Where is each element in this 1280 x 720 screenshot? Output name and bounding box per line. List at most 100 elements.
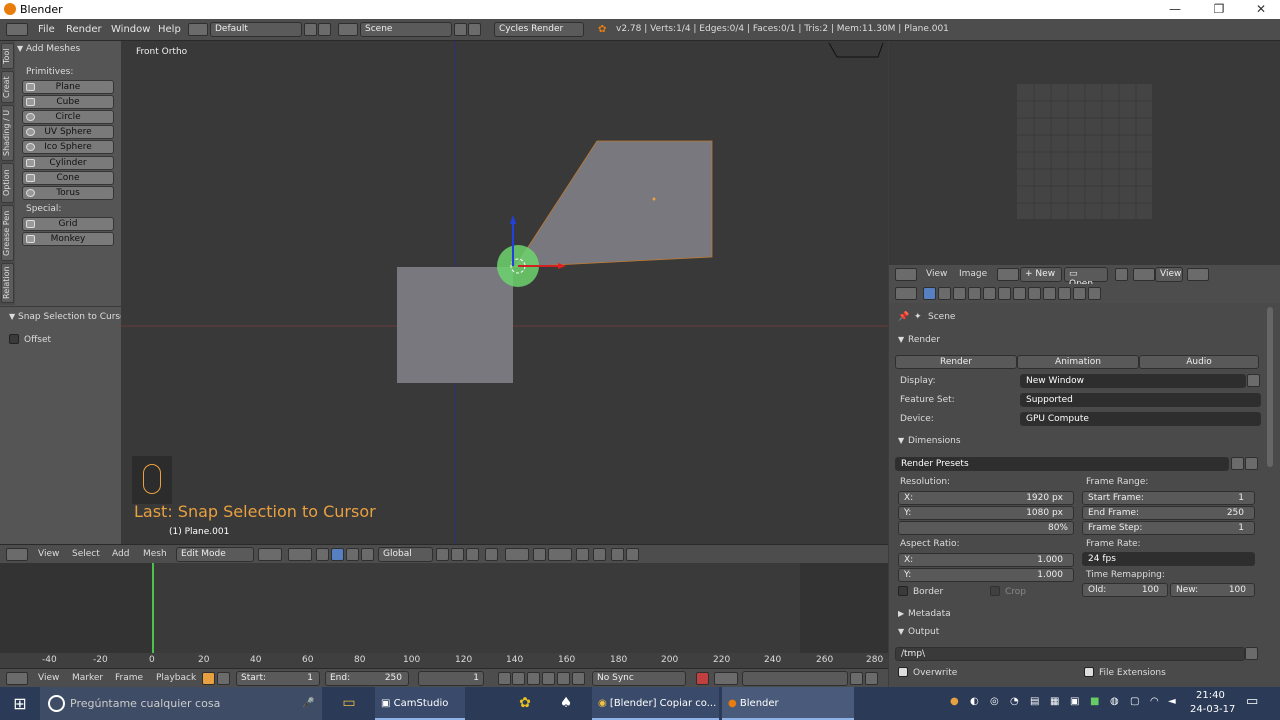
material-tab-icon[interactable] <box>1043 287 1056 300</box>
resolution-y-field[interactable]: Y: 1080 px <box>898 506 1074 520</box>
clock-time[interactable]: 21:40 <box>1196 690 1225 701</box>
play-reverse-icon[interactable] <box>527 672 540 685</box>
file-explorer-icon[interactable]: ▭ <box>336 687 362 720</box>
collapse-triangle-icon[interactable]: ▼ <box>898 627 904 636</box>
nvidia-icon[interactable]: ■ <box>1090 696 1099 707</box>
manipulator-icon[interactable] <box>316 548 329 561</box>
start-frame-field[interactable]: Start Frame: 1 <box>1082 491 1255 505</box>
properties-scrollbar[interactable] <box>1267 307 1273 467</box>
add-scene-icon[interactable] <box>454 23 467 36</box>
editor-type-icon[interactable] <box>6 23 28 36</box>
shading-mode-icon[interactable] <box>258 548 282 561</box>
tray-app-icon[interactable]: ◔ <box>1010 696 1019 707</box>
editor-type-icon[interactable] <box>895 287 917 300</box>
tray-app-icon[interactable]: ◐ <box>970 696 979 707</box>
tab-relations[interactable]: Relation <box>1 263 14 303</box>
keying-set-icon[interactable] <box>714 672 738 685</box>
image-browse-icon[interactable] <box>997 268 1019 281</box>
add-plane-button[interactable]: Plane <box>22 80 114 94</box>
3d-viewport[interactable]: Front Ortho Last: Snap Selection to Curs… <box>121 41 888 544</box>
animation-render-icon[interactable] <box>626 548 639 561</box>
sync-selector[interactable]: No Sync <box>592 671 686 686</box>
aspect-x-field[interactable]: X: 1.000 <box>898 553 1074 567</box>
layout-grid-icon[interactable] <box>188 23 208 36</box>
view-mode-icon[interactable] <box>1133 268 1155 281</box>
add-cone-button[interactable]: Cone <box>22 171 114 185</box>
menu-view[interactable]: View <box>38 549 59 559</box>
layout-selector[interactable]: Default <box>210 22 302 37</box>
minimize-icon[interactable]: — <box>1160 2 1190 16</box>
menu-render[interactable]: Render <box>66 24 102 35</box>
add-circle-button[interactable]: Circle <box>22 110 114 124</box>
rotate-icon[interactable] <box>346 548 359 561</box>
editor-type-icon[interactable] <box>6 548 28 561</box>
scene-selector[interactable]: Scene <box>360 22 452 37</box>
remove-layout-icon[interactable] <box>318 23 331 36</box>
tab-create[interactable]: Creat <box>1 71 14 103</box>
add-layout-icon[interactable] <box>304 23 317 36</box>
delete-keyframe-icon[interactable] <box>865 672 878 685</box>
tray-app-icon[interactable]: ◎ <box>990 696 999 707</box>
wifi-icon[interactable]: ◠ <box>1150 696 1159 707</box>
resolution-x-field[interactable]: X: 1920 px <box>898 491 1074 505</box>
render-engine-select[interactable]: Cycles Render <box>494 22 584 37</box>
crop-checkbox[interactable] <box>990 586 1000 596</box>
edge-select-icon[interactable] <box>451 548 464 561</box>
collapse-triangle-icon[interactable]: ▼ <box>17 44 23 53</box>
animation-button[interactable]: Animation <box>1017 355 1139 369</box>
modifiers-tab-icon[interactable] <box>1013 287 1026 300</box>
frame-step-field[interactable]: Frame Step: 1 <box>1082 521 1255 535</box>
open-image-button[interactable]: ▭ Open <box>1064 267 1108 289</box>
add-grid-button[interactable]: Grid <box>22 217 114 231</box>
frame-rate-select[interactable]: 24 fps <box>1082 552 1255 566</box>
pivot-icon[interactable] <box>1187 268 1209 281</box>
play-icon[interactable] <box>542 672 555 685</box>
remove-preset-icon[interactable] <box>1245 457 1258 470</box>
menu-select[interactable]: Select <box>72 549 100 559</box>
menu-frame[interactable]: Frame <box>115 673 143 683</box>
search-box[interactable]: Pregúntame cualquier cosa 🎤 <box>40 687 322 720</box>
jump-start-icon[interactable] <box>498 672 511 685</box>
microphone-icon[interactable]: 🎤 <box>302 687 314 720</box>
data-tab-icon[interactable] <box>1028 287 1041 300</box>
menu-view[interactable]: View <box>926 269 947 279</box>
world-tab-icon[interactable] <box>968 287 981 300</box>
tab-options[interactable]: Option <box>1 163 14 203</box>
border-checkbox[interactable] <box>898 586 908 596</box>
file-extensions-checkbox[interactable] <box>1084 667 1094 677</box>
orientation-selector[interactable]: Global <box>378 547 433 562</box>
record-keyframe-icon[interactable] <box>202 672 215 685</box>
tab-tool[interactable]: Tool <box>1 43 14 69</box>
magnet-icon[interactable] <box>533 548 546 561</box>
taskbar-chrome[interactable]: ◉ [Blender] Copiar co... <box>592 687 719 720</box>
image-editor[interactable] <box>889 41 1280 265</box>
operator-panel-title[interactable]: Snap Selection to Curso <box>18 312 121 322</box>
pin-icon[interactable]: 📌 <box>898 312 909 322</box>
camera-render-icon[interactable] <box>611 548 624 561</box>
offset-checkbox[interactable] <box>9 334 19 344</box>
aspect-y-field[interactable]: Y: 1.000 <box>898 568 1074 582</box>
face-select-icon[interactable] <box>466 548 479 561</box>
dimensions-section-title[interactable]: Dimensions <box>908 436 961 446</box>
new-image-button[interactable]: + New <box>1020 267 1062 282</box>
scale-icon[interactable] <box>361 548 374 561</box>
clock-date[interactable]: 24-03-17 <box>1190 704 1235 715</box>
windows-start-icon[interactable]: ⊞ <box>0 687 40 720</box>
render-tab-icon[interactable] <box>923 287 936 300</box>
jump-end-icon[interactable] <box>572 672 585 685</box>
taskbar-camstudio[interactable]: ▣ CamStudio <box>375 687 465 720</box>
tray-app-icon[interactable]: ▣ <box>1070 696 1079 707</box>
action-center-icon[interactable]: ▭ <box>1246 694 1258 709</box>
menu-file[interactable]: File <box>38 24 55 35</box>
translate-icon[interactable] <box>331 548 344 561</box>
tray-app-icon[interactable]: ▢ <box>1130 696 1139 707</box>
output-path-field[interactable]: /tmp\ <box>895 647 1245 661</box>
audio-button[interactable]: Audio <box>1139 355 1259 369</box>
tray-app-icon[interactable]: ● <box>950 696 959 707</box>
add-cylinder-button[interactable]: Cylinder <box>22 156 114 170</box>
tray-app-icon[interactable]: ◍ <box>1110 696 1119 707</box>
start-frame-field[interactable]: Start: 1 <box>236 671 320 686</box>
object-tab-icon[interactable] <box>983 287 996 300</box>
mode-selector[interactable]: Edit Mode <box>176 547 254 562</box>
pin-icon[interactable] <box>1115 268 1128 281</box>
